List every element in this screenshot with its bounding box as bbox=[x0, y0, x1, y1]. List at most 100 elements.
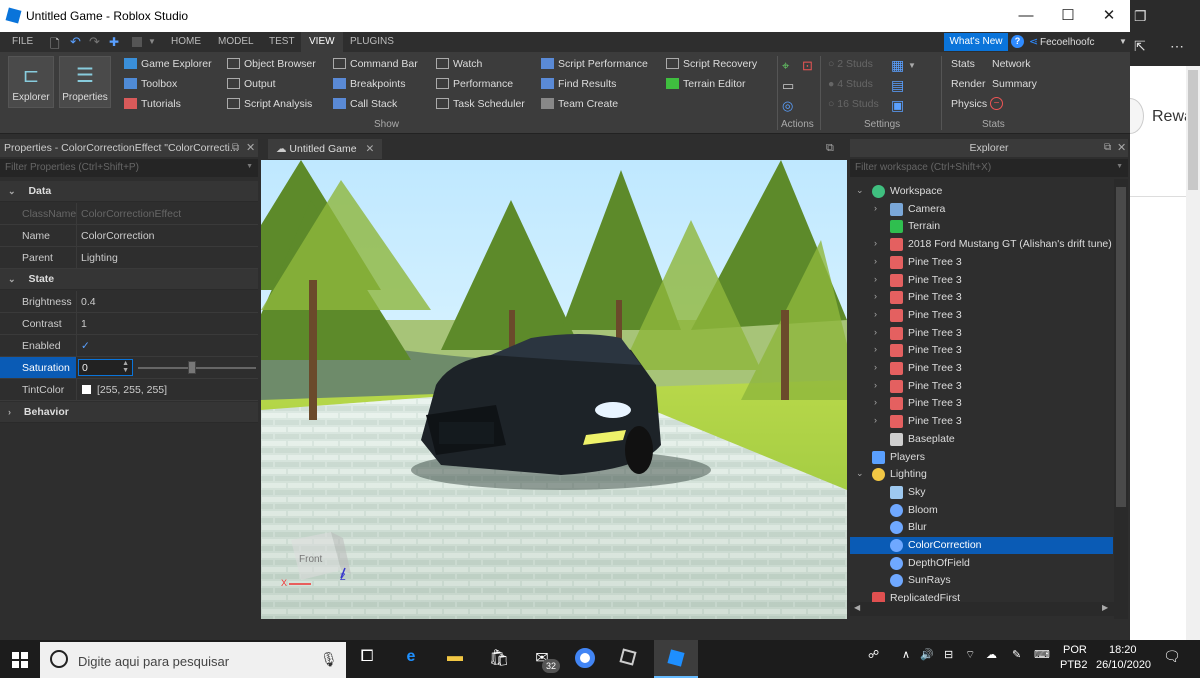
tree-item[interactable]: Players bbox=[850, 449, 1113, 466]
tree-item[interactable]: DepthOfField bbox=[850, 555, 1113, 572]
tree-item[interactable]: › Camera bbox=[850, 201, 1113, 218]
tree-item[interactable]: › 2018 Ford Mustang GT (Alishan's drift t… bbox=[850, 236, 1113, 253]
keyboard-icon[interactable]: ⌨ bbox=[1034, 648, 1050, 661]
clear-stats-icon[interactable]: − bbox=[990, 97, 1003, 110]
tree-item[interactable]: › Pine Tree 3 bbox=[850, 395, 1113, 412]
close-icon[interactable]: ✕ bbox=[246, 141, 255, 154]
3d-viewport[interactable]: Front X Z bbox=[261, 160, 847, 619]
watch-button[interactable]: Watch bbox=[436, 58, 482, 74]
store-icon[interactable]: 🛍 bbox=[488, 648, 510, 670]
clock-date[interactable]: 26/10/2020 bbox=[1096, 659, 1151, 671]
tree-item[interactable]: Blur bbox=[850, 519, 1113, 536]
network-icon[interactable]: ⊟ bbox=[944, 648, 953, 661]
chevron-right-icon[interactable]: › bbox=[874, 274, 877, 284]
task-scheduler-button[interactable]: Task Scheduler bbox=[436, 98, 525, 114]
username[interactable]: Fecoelhoofc bbox=[1040, 37, 1094, 48]
scroll-right-icon[interactable]: ▶ bbox=[1102, 603, 1108, 612]
prop-value[interactable]: Lighting bbox=[81, 252, 118, 264]
chevron-right-icon[interactable]: › bbox=[874, 203, 877, 213]
chevron-right-icon[interactable]: › bbox=[874, 397, 877, 407]
explorer-horizontal-scrollbar[interactable]: ◀ ▶ bbox=[850, 602, 1114, 616]
two-studs-radio[interactable]: ○ 2 Studs bbox=[828, 58, 873, 74]
filter-properties-input[interactable]: Filter Properties (Ctrl+Shift+P) ▼ bbox=[0, 159, 258, 177]
scroll-left-icon[interactable]: ◀ bbox=[854, 603, 860, 612]
share-icon[interactable]: ⇱ bbox=[1134, 38, 1146, 55]
prop-value[interactable]: 0.4 bbox=[81, 296, 96, 308]
prop-value[interactable]: ColorCorrection bbox=[81, 230, 155, 242]
team-create-button[interactable]: Team Create bbox=[541, 98, 618, 114]
prop-row-tintcolor[interactable]: TintColor [255, 255, 255] bbox=[0, 379, 258, 401]
tree-item[interactable]: › Pine Tree 3 bbox=[850, 378, 1113, 395]
prop-value[interactable]: [255, 255, 255] bbox=[97, 384, 167, 396]
tree-item[interactable]: ColorCorrection bbox=[850, 537, 1113, 554]
taskbar-search-box[interactable]: Digite aqui para pesquisar 🎙 bbox=[40, 642, 346, 678]
tree-item[interactable]: › Pine Tree 3 bbox=[850, 360, 1113, 377]
fullscreen-icon[interactable]: ⧉ bbox=[826, 142, 834, 155]
summary-button[interactable]: Summary bbox=[992, 78, 1037, 94]
tree-item[interactable]: › Pine Tree 3 bbox=[850, 289, 1113, 306]
terrain-editor-button[interactable]: Terrain Editor bbox=[666, 78, 745, 94]
notifications-icon[interactable]: 🗨 bbox=[1163, 648, 1181, 665]
share-icon[interactable]: ⋖ bbox=[1029, 35, 1038, 48]
undo-icon[interactable]: ↶ bbox=[70, 34, 81, 50]
input-language[interactable]: POR bbox=[1063, 644, 1087, 656]
tree-item[interactable]: › Pine Tree 3 bbox=[850, 307, 1113, 324]
prop-row-enabled[interactable]: Enabled ✓ bbox=[0, 335, 258, 357]
tree-item[interactable]: Sky bbox=[850, 484, 1113, 501]
tree-item[interactable]: ⌄ Workspace bbox=[850, 183, 1113, 200]
record-icon[interactable]: ⊡ bbox=[802, 58, 813, 74]
four-studs-radio[interactable]: ● 4 Studs bbox=[828, 78, 873, 94]
file-explorer-icon[interactable]: ▬ bbox=[444, 648, 466, 670]
prop-row-contrast[interactable]: Contrast 1 bbox=[0, 313, 258, 335]
chevron-right-icon[interactable]: › bbox=[874, 256, 877, 266]
object-browser-button[interactable]: Object Browser bbox=[227, 58, 316, 74]
chevron-down-icon[interactable]: ▼ bbox=[1119, 37, 1127, 46]
tint-color-swatch[interactable] bbox=[82, 385, 91, 394]
volume-icon[interactable]: 🔊 bbox=[920, 648, 934, 661]
prop-row-name[interactable]: Name ColorCorrection bbox=[0, 225, 258, 247]
tree-item[interactable]: › Pine Tree 3 bbox=[850, 325, 1113, 342]
view-cube-front-label[interactable]: Front bbox=[299, 554, 322, 565]
tree-item[interactable]: Bloom bbox=[850, 502, 1113, 519]
prop-row-parent[interactable]: Parent Lighting bbox=[0, 247, 258, 269]
select-icon[interactable]: ⌖ bbox=[782, 58, 789, 74]
stop-icon[interactable] bbox=[132, 37, 142, 47]
wifi-icon[interactable]: ⌔ bbox=[965, 648, 975, 662]
chevron-down-icon[interactable]: ⌄ bbox=[856, 185, 864, 196]
performance-button[interactable]: Performance bbox=[436, 78, 513, 94]
chevron-down-icon[interactable]: ▼ bbox=[246, 163, 253, 170]
close-icon[interactable]: ✕ bbox=[365, 143, 374, 155]
tutorials-button[interactable]: Tutorials bbox=[124, 98, 181, 114]
prop-row-saturation[interactable]: Saturation 0 ▲ ▼ bbox=[0, 357, 258, 379]
layout-icon[interactable]: ▤ bbox=[891, 77, 904, 94]
help-icon[interactable]: ? bbox=[1011, 35, 1024, 48]
maximize-button[interactable]: ☐ bbox=[1058, 6, 1078, 26]
stats-button[interactable]: Stats bbox=[951, 58, 975, 74]
browser-scroll-thumb[interactable] bbox=[1188, 70, 1198, 190]
chevron-right-icon[interactable]: › bbox=[874, 291, 877, 301]
tree-item[interactable]: › Pine Tree 3 bbox=[850, 272, 1113, 289]
undock-icon[interactable]: ⧉ bbox=[1104, 142, 1111, 153]
chrome-icon[interactable] bbox=[575, 648, 595, 668]
chevron-right-icon[interactable]: › bbox=[874, 327, 877, 337]
saturation-slider-track[interactable] bbox=[138, 367, 256, 369]
tray-chevron-up-icon[interactable]: ∧ bbox=[902, 648, 910, 661]
screen-icon[interactable]: ▭ bbox=[782, 78, 794, 94]
chevron-down-icon[interactable]: ▼ bbox=[1116, 163, 1123, 170]
dropdown-chevron-icon[interactable]: ▼ bbox=[148, 37, 156, 46]
find-results-button[interactable]: Find Results bbox=[541, 78, 616, 94]
tab-home[interactable]: HOME bbox=[171, 36, 201, 47]
tree-item[interactable]: › Pine Tree 3 bbox=[850, 413, 1113, 430]
tree-item[interactable]: Terrain bbox=[850, 218, 1113, 235]
windows-start-icon[interactable] bbox=[12, 652, 28, 668]
saturation-input[interactable]: 0 ▲ ▼ bbox=[78, 359, 133, 376]
tree-item[interactable]: › Pine Tree 3 bbox=[850, 254, 1113, 271]
microphone-icon[interactable]: 🎙 bbox=[320, 651, 338, 668]
tree-item[interactable]: Baseplate bbox=[850, 431, 1113, 448]
chevron-right-icon[interactable]: › bbox=[874, 362, 877, 372]
tab-test[interactable]: TEST bbox=[269, 36, 295, 47]
script-performance-button[interactable]: Script Performance bbox=[541, 58, 648, 74]
people-icon[interactable]: ☍ bbox=[868, 648, 879, 661]
onedrive-icon[interactable]: ☁ bbox=[986, 648, 997, 661]
close-button[interactable]: ✕ bbox=[1099, 6, 1119, 26]
